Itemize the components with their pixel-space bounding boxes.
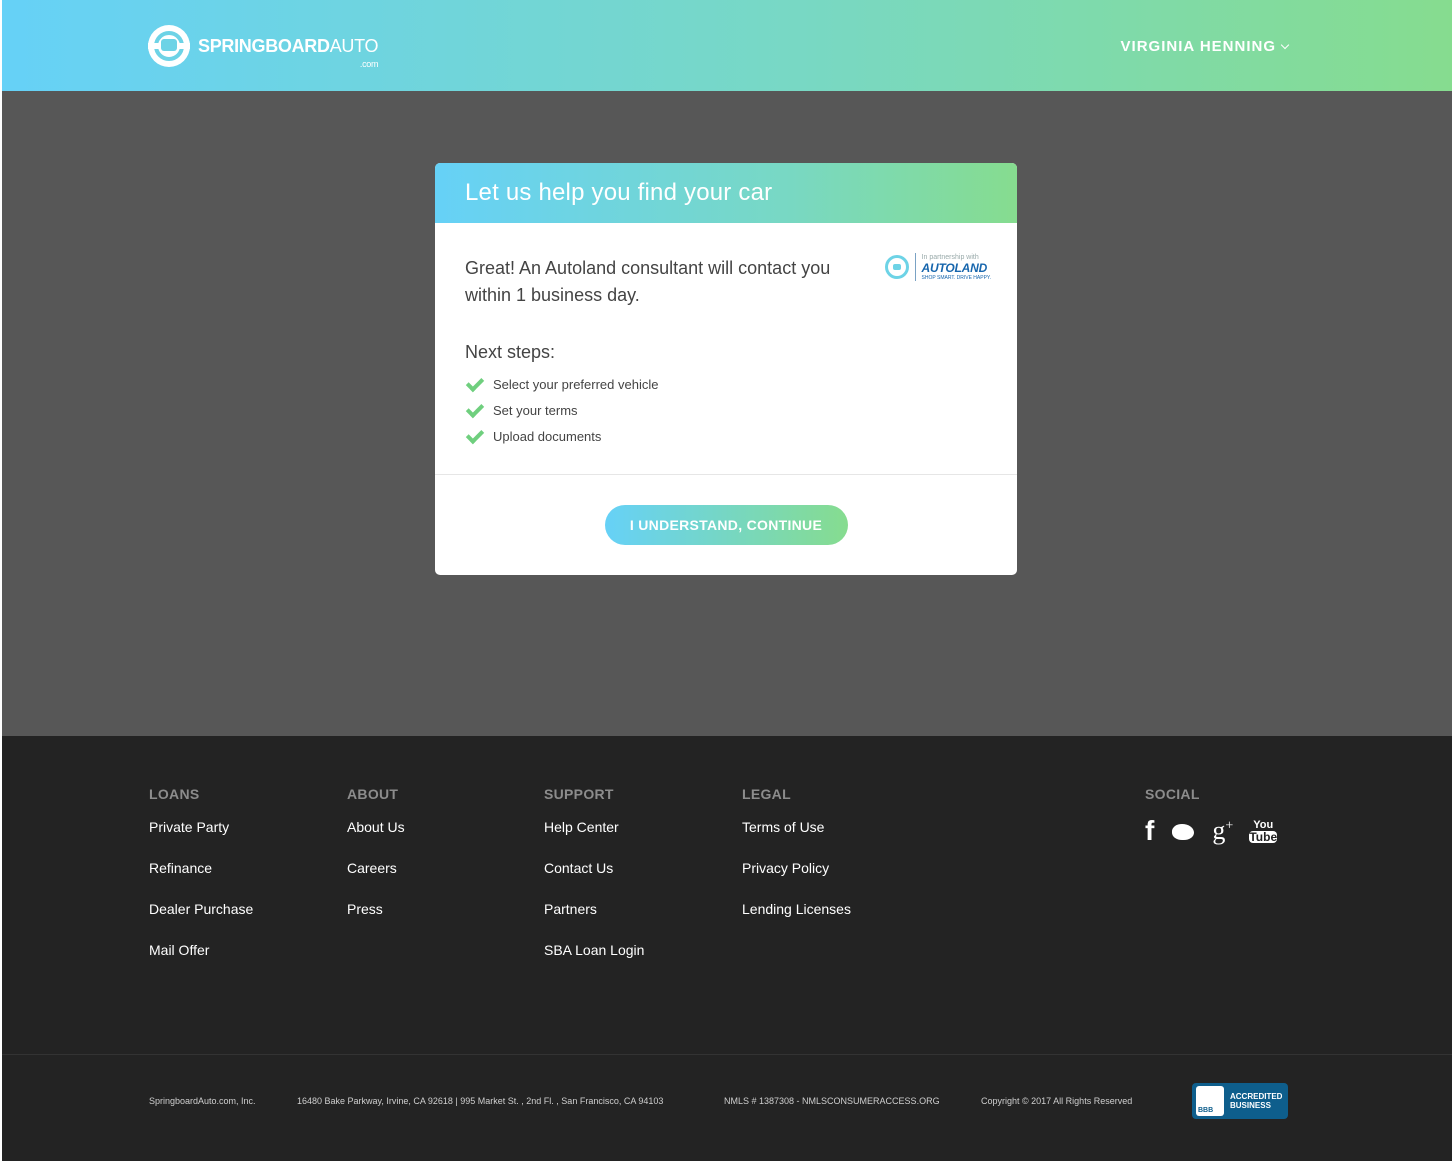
confirmation-message: Great! An Autoland consultant will conta… (465, 258, 831, 305)
checkmark-icon (465, 375, 483, 393)
chevron-down-icon (1280, 40, 1290, 49)
company-name: SpringboardAuto.com, Inc. (149, 1096, 256, 1106)
modal-footer: I UNDERSTAND, CONTINUE (435, 474, 1017, 575)
partner-brand: AUTOLAND (921, 260, 988, 275)
youtube-icon[interactable]: You Tube (1249, 819, 1278, 844)
bbb-seal-icon (1196, 1086, 1224, 1116)
footer-link-sba-loan-login[interactable]: SBA Loan Login (544, 942, 644, 959)
footer-link-lending-licenses[interactable]: Lending Licenses (742, 901, 851, 918)
logo-light: AUTO (329, 36, 379, 56)
logo-suffix: .com (359, 59, 379, 69)
partner-divider (914, 253, 916, 281)
modal-body: Great! An Autoland consultant will conta… (435, 223, 1017, 474)
copyright: Copyright © 2017 All Rights Reserved (981, 1096, 1133, 1106)
page: SPRINGBOARDAUTO .com VIRGINIA HENNING Le… (2, 0, 1452, 1161)
footer-heading: LEGAL (742, 786, 791, 802)
find-car-modal: Let us help you find your car Great! An … (435, 163, 1017, 575)
social-icons: f g+ You Tube (1145, 815, 1278, 847)
logo-bold: SPRINGBOARD (198, 36, 330, 56)
list-item: Set your terms (465, 397, 987, 423)
facebook-icon[interactable]: f (1145, 815, 1154, 847)
footer-heading: LOANS (149, 786, 200, 802)
list-item: Upload documents (465, 423, 987, 449)
site-header: SPRINGBOARDAUTO .com VIRGINIA HENNING (2, 0, 1452, 91)
footer-link-careers[interactable]: Careers (347, 860, 405, 877)
footer-heading: SOCIAL (1145, 786, 1200, 802)
youtube-bottom: Tube (1249, 830, 1278, 844)
bbb-line2: BUSINESS (1230, 1101, 1271, 1110)
footer-link-privacy[interactable]: Privacy Policy (742, 860, 851, 877)
continue-button[interactable]: I UNDERSTAND, CONTINUE (604, 505, 848, 545)
user-menu[interactable]: VIRGINIA HENNING (1120, 38, 1290, 55)
company-address: 16480 Bake Parkway, Irvine, CA 92618 | 9… (297, 1096, 664, 1106)
next-steps-title: Next steps: (465, 342, 556, 362)
bbb-line1: ACCREDITED (1230, 1092, 1283, 1101)
footer-link-mail-offer[interactable]: Mail Offer (149, 942, 253, 959)
autoland-logo: In partnership with AUTOLAND SHOP SMART.… (922, 254, 991, 281)
step-label: Set your terms (493, 402, 578, 418)
footer-col-social: SOCIAL f g+ You Tube (1145, 786, 1278, 847)
google-plus-icon[interactable]: g+ (1212, 816, 1233, 846)
bbb-text: ACCREDITED BUSINESS (1230, 1092, 1282, 1110)
logo-wordmark: SPRINGBOARDAUTO .com (198, 36, 379, 69)
footer-link-partners[interactable]: Partners (544, 901, 644, 918)
footer-link-private-party[interactable]: Private Party (149, 819, 253, 836)
footer-link-refinance[interactable]: Refinance (149, 860, 253, 877)
footer-heading: ABOUT (347, 786, 399, 802)
footer-col-legal: LEGAL Terms of Use Privacy Policy Lendin… (742, 786, 851, 918)
footer-link-about-us[interactable]: About Us (347, 819, 405, 836)
user-name: VIRGINIA HENNING (1120, 38, 1276, 55)
footer-link-press[interactable]: Press (347, 901, 405, 918)
springboard-mini-logo-icon (884, 255, 909, 279)
footer-link-contact-us[interactable]: Contact Us (544, 860, 644, 877)
twitter-icon[interactable] (1170, 821, 1196, 841)
partner-tagline: SHOP SMART. DRIVE HAPPY. (921, 274, 991, 281)
footer-divider (2, 1054, 1452, 1055)
footer-link-help-center[interactable]: Help Center (544, 819, 644, 836)
footer-heading: SUPPORT (544, 786, 614, 802)
springboard-logo[interactable]: SPRINGBOARDAUTO .com (148, 25, 379, 69)
footer-link-terms[interactable]: Terms of Use (742, 819, 851, 836)
nmls-link[interactable]: NMLS # 1387308 - NMLSCONSUMERACCESS.ORG (724, 1096, 940, 1106)
site-footer: LOANS Private Party Refinance Dealer Pur… (2, 736, 1452, 1161)
footer-col-support: SUPPORT Help Center Contact Us Partners … (544, 786, 644, 959)
footer-col-loans: LOANS Private Party Refinance Dealer Pur… (149, 786, 253, 959)
next-steps-list: Select your preferred vehicle Set your t… (465, 371, 987, 449)
partner-badge: In partnership with AUTOLAND SHOP SMART.… (884, 253, 991, 281)
list-item: Select your preferred vehicle (465, 371, 987, 397)
footer-col-about: ABOUT About Us Careers Press (347, 786, 405, 918)
modal-title: Let us help you find your car (465, 179, 773, 206)
checkmark-icon (465, 427, 483, 445)
bbb-accredited-badge[interactable]: ACCREDITED BUSINESS (1192, 1083, 1288, 1119)
modal-header: Let us help you find your car (435, 163, 1017, 223)
step-label: Select your preferred vehicle (493, 376, 659, 392)
logo-car-icon (148, 25, 190, 67)
checkmark-icon (465, 401, 483, 419)
footer-link-dealer-purchase[interactable]: Dealer Purchase (149, 901, 253, 918)
step-label: Upload documents (493, 428, 602, 444)
